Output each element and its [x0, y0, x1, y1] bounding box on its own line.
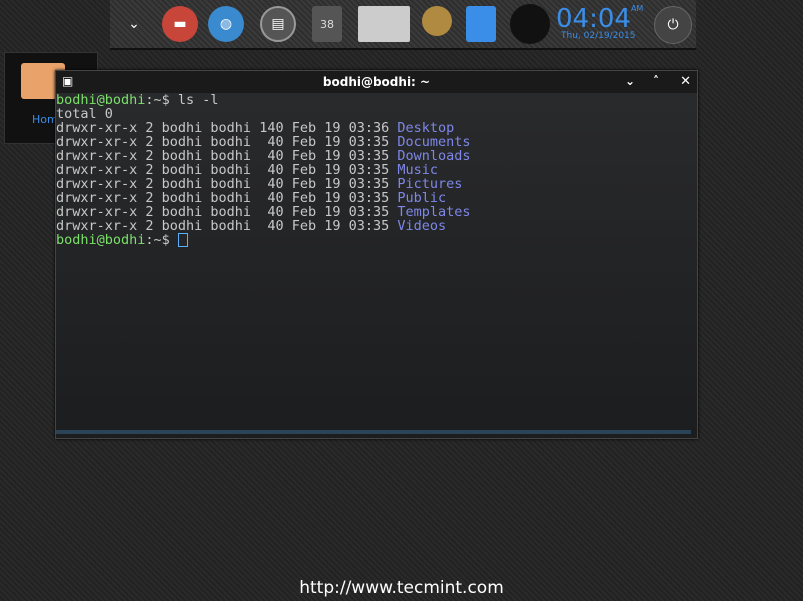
file-manager-icon[interactable]: ▬ — [162, 6, 198, 42]
chevron-down-icon[interactable]: ⌄ — [116, 6, 152, 42]
power-icon[interactable]: ⏻ — [654, 6, 692, 44]
terminal-app-icon[interactable]: ▤ — [260, 6, 296, 42]
minimize-button[interactable]: ⌄ — [625, 74, 635, 88]
settings-icon[interactable] — [422, 6, 452, 36]
calendar-day: 38 — [320, 17, 334, 31]
calendar-icon[interactable]: 38 — [312, 6, 342, 42]
prompt-user: bodhi@bodhi — [56, 232, 146, 248]
clock-date: Thu, 02/19/2015 — [561, 31, 636, 41]
dock: ⌄ ▬ ◍ ▤ 38 04:04AM Thu, 02/19/2015 ⏻ — [110, 0, 696, 50]
clock-time: 04:04 — [556, 4, 631, 34]
speaker-icon[interactable] — [510, 4, 550, 44]
title-bar[interactable]: ▣ bodhi@bodhi: ~ ⌄ ˄ ✕ — [56, 71, 697, 93]
watermark: http://www.tecmint.com — [299, 578, 504, 598]
terminal-output[interactable]: bodhi@bodhi:~$ ls -l total 0 drwxr-xr-x … — [56, 93, 697, 247]
directory-name: Videos — [397, 218, 447, 234]
maximize-button[interactable]: ˄ — [653, 74, 659, 88]
clock-ampm: AM — [630, 4, 644, 13]
workspace-switcher-icon[interactable] — [358, 6, 410, 42]
window-bottom-border — [56, 430, 691, 434]
prompt-path: :~$ — [145, 92, 178, 108]
window-title: bodhi@bodhi: ~ — [322, 75, 431, 89]
prompt-path: :~$ — [145, 232, 178, 248]
battery-icon — [466, 6, 496, 42]
window-menu-icon[interactable]: ▣ — [62, 74, 73, 88]
cursor — [177, 233, 188, 247]
terminal-window[interactable]: ▣ bodhi@bodhi: ~ ⌄ ˄ ✕ bodhi@bodhi:~$ ls… — [55, 70, 698, 439]
close-button[interactable]: ✕ — [680, 74, 691, 89]
clock: 04:04AM Thu, 02/19/2015 — [556, 4, 643, 41]
command: ls -l — [177, 92, 219, 108]
browser-globe-icon[interactable]: ◍ — [208, 6, 244, 42]
